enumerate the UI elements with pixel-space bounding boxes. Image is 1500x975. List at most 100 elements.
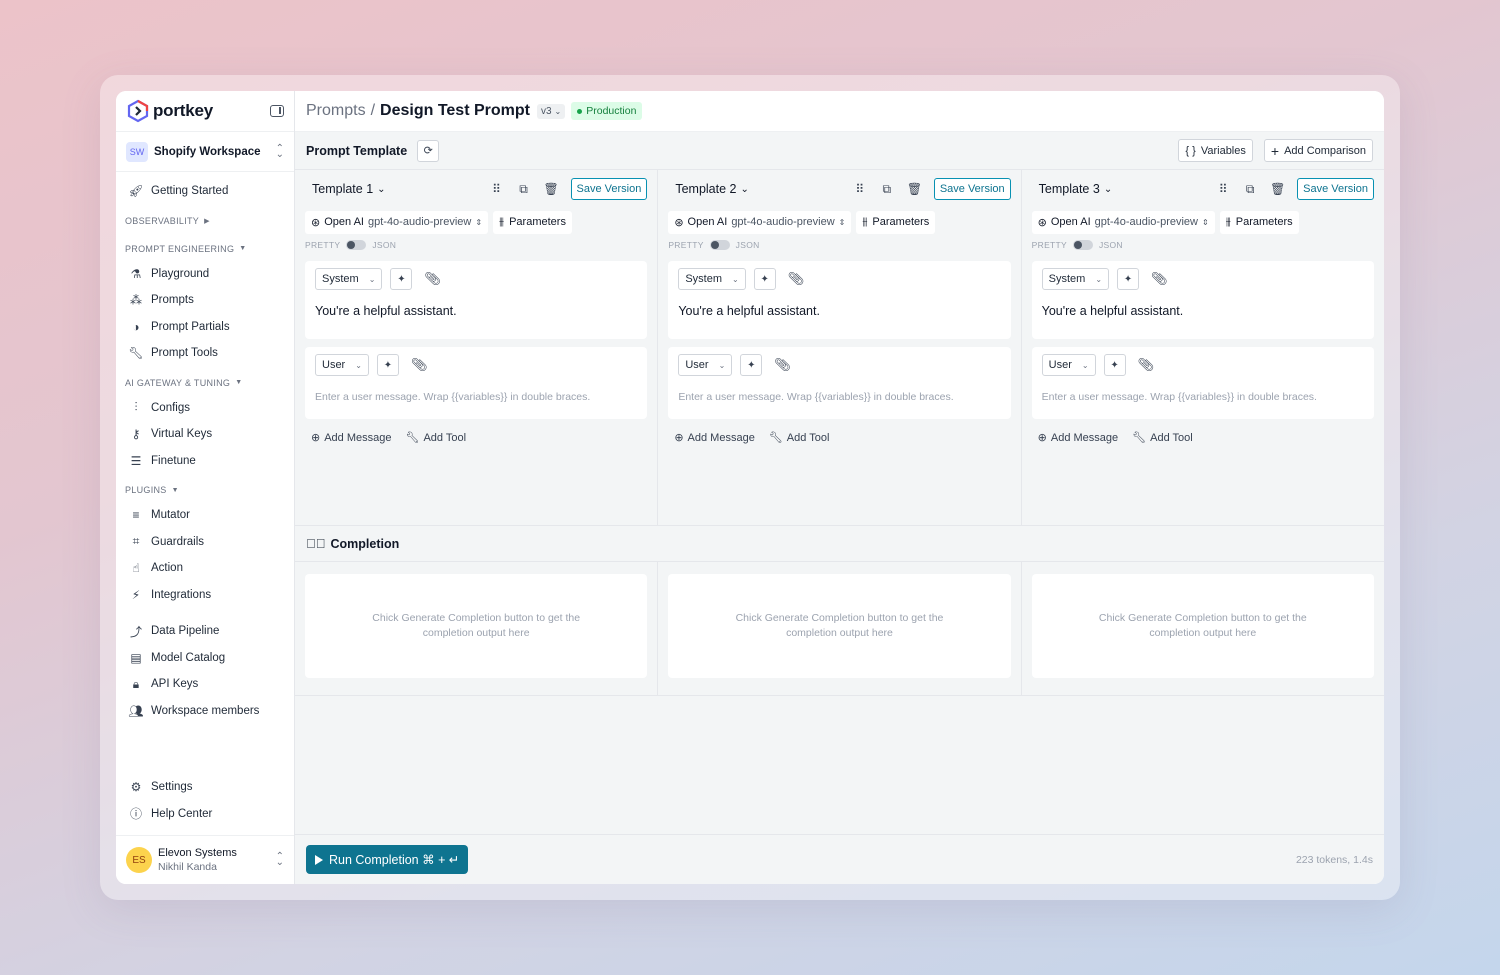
template-name-select[interactable]: Template 2 ⌄ (675, 182, 749, 196)
org-name: Elevon Systems (158, 847, 237, 859)
sidebar-item-finetune[interactable]: ☰ Finetune (116, 448, 294, 475)
sidebar-item-prompt-partials[interactable]: ◑ Prompt Partials (116, 314, 294, 341)
drag-handle-icon[interactable]: ⠿ (853, 182, 867, 196)
sidebar-item-guardrails[interactable]: ⌗ Guardrails (116, 529, 294, 556)
run-completion-label: Run Completion ⌘ + ↵ (329, 853, 460, 867)
drag-handle-icon[interactable]: ⠿ (1216, 182, 1230, 196)
version-select[interactable]: v3 ⌄ (536, 103, 566, 119)
system-message-text[interactable]: You're a helpful assistant. (1042, 304, 1364, 318)
role-select[interactable]: System ⌄ (678, 268, 746, 290)
breadcrumb-prompts[interactable]: Prompts (306, 102, 366, 120)
paperclip-icon[interactable]: 📎︎ (788, 271, 805, 287)
paperclip-icon[interactable]: 📎︎ (1151, 271, 1168, 287)
format-toggle[interactable] (1073, 240, 1093, 250)
parameters-button[interactable]: ⫵ Parameters (1219, 210, 1299, 234)
run-completion-button[interactable]: Run Completion ⌘ + ↵ (306, 845, 469, 874)
sparkle-icon: ✦ (383, 359, 393, 371)
add-comparison-label: Add Comparison (1284, 144, 1366, 157)
user-message-input[interactable]: Enter a user message. Wrap {{variables}}… (1042, 391, 1364, 403)
section-observability[interactable]: OBSERVABILITY ▶ (116, 209, 294, 233)
system-message-text[interactable]: You're a helpful assistant. (678, 304, 1000, 318)
trash-icon[interactable]: 🗑︎ (907, 182, 922, 196)
sidebar-item-workspace-members[interactable]: 👥︎ Workspace members (116, 698, 294, 725)
add-tool-button[interactable]: 🔧︎ Add Tool (1132, 431, 1193, 445)
sidebar-item-help-center[interactable]: ⓘ Help Center (116, 801, 294, 828)
user-menu[interactable]: ES Elevon Systems Nikhil Kanda ⌃ ⌄ (116, 835, 294, 884)
sidebar-item-data-pipeline[interactable]: ⤴ Data Pipeline (116, 618, 294, 645)
section-ai-gateway[interactable]: AI GATEWAY & TUNING ▼ (116, 371, 294, 395)
user-message-input[interactable]: Enter a user message. Wrap {{variables}}… (315, 391, 637, 403)
system-message-text[interactable]: You're a helpful assistant. (315, 304, 637, 318)
model-select[interactable]: ⊛ Open AI gpt-4o-audio-preview ⇕ (668, 210, 852, 234)
section-plugins[interactable]: PLUGINS ▼ (116, 478, 294, 502)
paperclip-icon[interactable]: 📎︎ (424, 271, 441, 287)
sidebar-item-integrations[interactable]: ⚡︎ Integrations (116, 582, 294, 609)
sidebar-item-api-keys[interactable]: 🔒︎ API Keys (116, 671, 294, 698)
sidebar-item-model-catalog[interactable]: ▤ Model Catalog (116, 645, 294, 672)
trash-icon[interactable]: 🗑︎ (1270, 182, 1285, 196)
message-tools: User ⌄ ✦ 📎︎ (1041, 354, 1364, 376)
sparkle-button[interactable]: ✦ (376, 354, 399, 376)
role-select[interactable]: System ⌄ (1041, 268, 1110, 290)
template-name-select[interactable]: Template 3 ⌄ (1039, 182, 1113, 196)
role-select[interactable]: User ⌄ (678, 354, 733, 376)
add-tool-label: Add Tool (423, 431, 467, 444)
paperclip-icon[interactable]: 📎︎ (411, 357, 428, 373)
add-message-button[interactable]: ⊕ Add Message (674, 431, 754, 445)
sparkle-button[interactable]: ✦ (740, 354, 763, 376)
sparkle-button[interactable]: ✦ (753, 268, 776, 290)
parameters-button[interactable]: ⫵ Parameters (856, 210, 936, 234)
sparkle-button[interactable]: ✦ (1103, 354, 1126, 376)
save-version-button[interactable]: Save Version (570, 178, 648, 200)
model-select[interactable]: ⊛ Open AI gpt-4o-audio-preview ⇕ (1031, 210, 1215, 234)
trash-icon[interactable]: 🗑︎ (544, 182, 559, 196)
sparkle-button[interactable]: ✦ (390, 268, 413, 290)
sidebar-collapse-icon[interactable] (270, 105, 284, 117)
add-tool-button[interactable]: 🔧︎ Add Tool (405, 431, 467, 445)
role-select[interactable]: User ⌄ (1041, 354, 1096, 376)
role-label: User (685, 359, 709, 371)
save-version-button[interactable]: Save Version (1297, 178, 1374, 200)
format-toggle[interactable] (346, 240, 367, 250)
sidebar-item-playground[interactable]: ⚗ Playground (116, 261, 294, 288)
sidebar-item-prompt-tools[interactable]: 🔧︎ Prompt Tools (116, 340, 294, 367)
role-select[interactable]: System ⌄ (315, 268, 383, 290)
parameters-label: Parameters (872, 216, 930, 228)
sidebar-item-configs[interactable]: ⫶ Configs (116, 395, 294, 422)
format-toggle[interactable] (709, 240, 730, 250)
version-label: v3 (540, 105, 552, 117)
completion-output: Chick Generate Completion button to get … (305, 574, 648, 678)
template-name-select[interactable]: Template 1 ⌄ (312, 182, 386, 196)
sidebar-item-action[interactable]: ☝ Action (116, 555, 294, 582)
add-tool-button[interactable]: 🔧︎ Add Tool (769, 431, 830, 445)
section-prompt-engineering[interactable]: PROMPT ENGINEERING ▼ (116, 237, 294, 261)
refresh-button[interactable]: ⟳ (417, 139, 440, 162)
parameters-button[interactable]: ⫵ Parameters (493, 210, 572, 234)
copy-icon[interactable]: ⧉ (1243, 182, 1257, 197)
copy-icon[interactable]: ⧉ (880, 182, 894, 197)
model-row: ⊛ Open AI gpt-4o-audio-preview ⇕ ⫵ Param… (668, 210, 1010, 234)
model-select[interactable]: ⊛ Open AI gpt-4o-audio-preview ⇕ (305, 210, 489, 234)
save-version-button[interactable]: Save Version (933, 178, 1011, 200)
drag-handle-icon[interactable]: ⠿ (490, 182, 504, 196)
paperclip-icon[interactable]: 📎︎ (774, 357, 791, 373)
user-message-input[interactable]: Enter a user message. Wrap {{variables}}… (678, 391, 1000, 403)
sidebar: portkey SW Shopify Workspace ⌃ ⌄ 🚀︎ Getti… (116, 91, 295, 884)
role-select[interactable]: User ⌄ (315, 354, 369, 376)
user-message-card: User ⌄ ✦ 📎︎ Enter a user message. Wrap {… (1031, 347, 1374, 419)
workspace-switcher[interactable]: SW Shopify Workspace ⌃ ⌄ (116, 132, 294, 172)
add-message-button[interactable]: ⊕ Add Message (1038, 431, 1118, 445)
sidebar-item-virtual-keys[interactable]: ⚷ Virtual Keys (116, 421, 294, 448)
copy-icon[interactable]: ⧉ (517, 182, 531, 197)
add-comparison-button[interactable]: + Add Comparison (1263, 139, 1373, 162)
guardrails-icon: ⌗ (132, 534, 140, 549)
sidebar-item-settings[interactable]: ⚙ Settings (116, 774, 294, 801)
paperclip-icon[interactable]: 📎︎ (1138, 357, 1155, 373)
section-label: AI GATEWAY & TUNING (125, 377, 231, 388)
sidebar-item-mutator[interactable]: ≡ Mutator (116, 502, 294, 529)
variables-button[interactable]: { } Variables (1178, 139, 1253, 162)
sidebar-item-getting-started[interactable]: 🚀︎ Getting Started (116, 178, 294, 205)
add-message-button[interactable]: ⊕ Add Message (311, 431, 391, 445)
sparkle-button[interactable]: ✦ (1117, 268, 1140, 290)
sidebar-item-prompts[interactable]: ⁂ Prompts (116, 287, 294, 314)
